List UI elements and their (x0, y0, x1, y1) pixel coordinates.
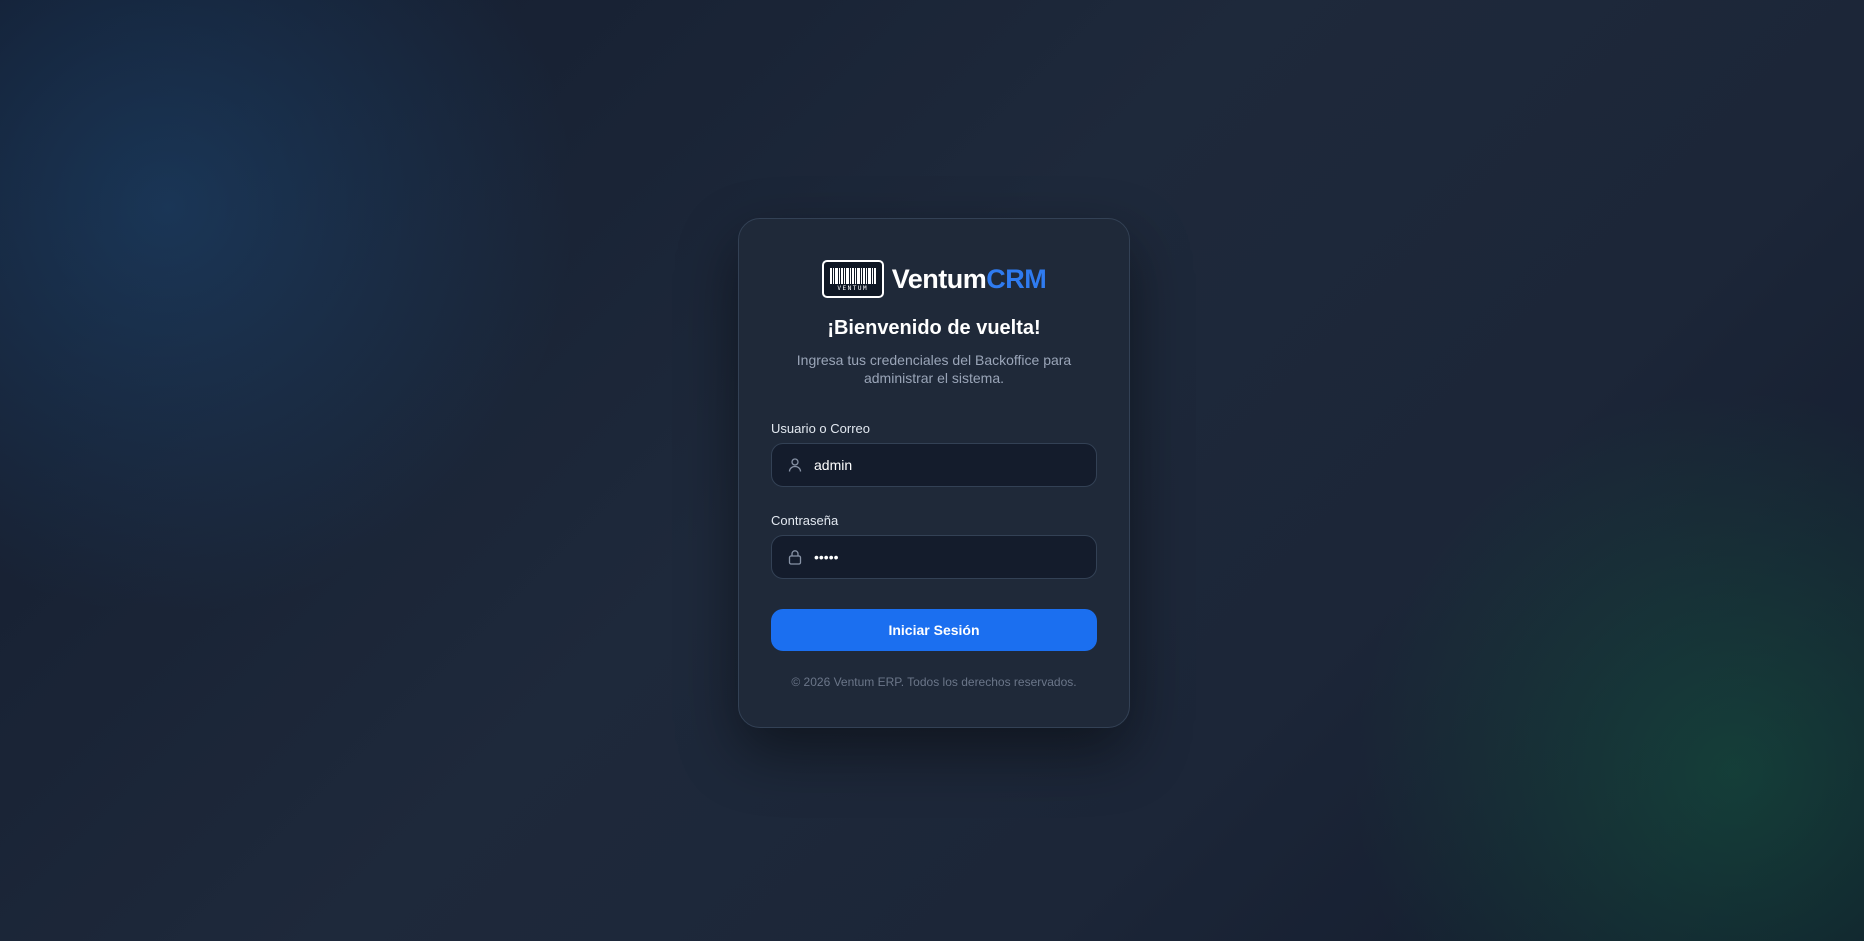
login-button[interactable]: Iniciar Sesión (771, 609, 1097, 651)
username-field[interactable] (771, 443, 1097, 487)
username-label: Usuario o Correo (771, 421, 870, 436)
password-input[interactable] (814, 542, 1074, 572)
brand-header: VENTUM VentumCRM (771, 259, 1097, 299)
username-input[interactable] (814, 450, 1074, 480)
brand-name-main: Ventum (891, 263, 987, 294)
login-card: VENTUM VentumCRM ¡Bienvenido de vuelta! … (738, 218, 1130, 728)
lock-icon (786, 548, 804, 566)
password-label: Contraseña (771, 513, 839, 528)
welcome-subtitle: Ingresa tus credenciales del Backoffice … (796, 352, 1072, 386)
ventum-logo: VENTUM (821, 260, 884, 298)
brand-name: VentumCRM (892, 264, 1047, 295)
welcome-title: ¡Bienvenido de vuelta! (827, 317, 1041, 339)
logo-wordmark: VENTUM (837, 285, 869, 292)
password-field[interactable] (771, 535, 1097, 579)
copyright-footer: © 2026 Ventum ERP. Todos los derechos re… (791, 675, 1077, 689)
brand-name-accent: CRM (986, 263, 1047, 294)
user-icon (786, 456, 804, 474)
barcode-icon (829, 268, 876, 284)
